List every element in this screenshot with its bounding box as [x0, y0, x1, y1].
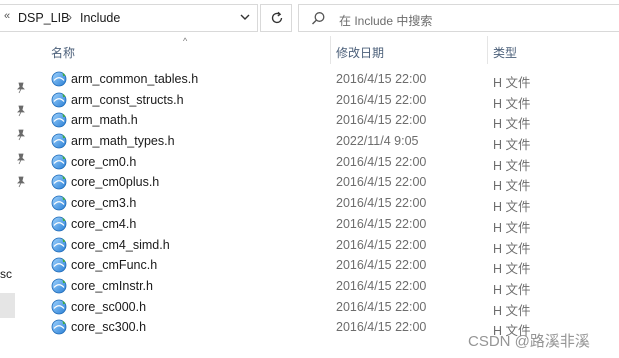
file-type: H 文件: [493, 220, 531, 235]
header-file-icon: [51, 174, 67, 190]
file-name: core_cm0.h: [71, 154, 137, 169]
navigation-pane: sc: [0, 36, 32, 358]
column-header-date[interactable]: 修改日期: [331, 36, 487, 64]
breadcrumb-dsp-lib[interactable]: DSP_LIB: [18, 11, 69, 25]
search-input[interactable]: 在 Include 中搜索: [339, 12, 432, 29]
nav-selected-item[interactable]: [0, 293, 15, 318]
file-type: H 文件: [493, 76, 531, 90]
header-file-icon: [51, 92, 67, 108]
file-name: arm_math_types.h: [71, 134, 175, 149]
header-file-icon: [51, 216, 67, 232]
refresh-button[interactable]: [260, 4, 292, 32]
address-bar[interactable]: « DSP_LIB › Include: [0, 4, 258, 32]
column-header-row: ^ 名称 修改日期 类型: [33, 36, 619, 64]
breadcrumb-include[interactable]: Include: [80, 11, 120, 25]
file-name: arm_common_tables.h: [71, 72, 199, 86]
file-modified-date: 2016/4/15 22:00: [336, 299, 427, 314]
pin-icon[interactable]: [15, 82, 27, 94]
file-type: H 文件: [493, 282, 531, 297]
file-row[interactable]: arm_math_types.h 2022/11/4 9:05 H 文件: [33, 131, 619, 152]
header-file-icon: [51, 71, 67, 87]
column-header-type[interactable]: 类型: [488, 36, 619, 64]
file-row[interactable]: core_cmFunc.h 2016/4/15 22:00 H 文件: [33, 255, 619, 276]
header-file-icon: [51, 257, 67, 273]
file-row[interactable]: core_cm4.h 2016/4/15 22:00 H 文件: [33, 214, 619, 235]
header-file-icon: [51, 133, 67, 149]
file-name: core_cmInstr.h: [71, 278, 153, 293]
file-modified-date: 2016/4/15 22:00: [336, 216, 427, 231]
file-modified-date: 2016/4/15 22:00: [336, 258, 427, 273]
file-row[interactable]: core_sc000.h 2016/4/15 22:00 H 文件: [33, 297, 619, 318]
column-header-name[interactable]: 名称: [33, 36, 330, 64]
file-row[interactable]: core_cmInstr.h 2016/4/15 22:00 H 文件: [33, 276, 619, 297]
column-header-name-label: 名称: [51, 46, 76, 60]
file-name: core_sc000.h: [71, 299, 147, 314]
header-file-icon: [51, 237, 67, 253]
file-type: H 文件: [493, 117, 531, 132]
file-modified-date: 2016/4/15 22:00: [336, 72, 427, 86]
file-name: core_cm0plus.h: [71, 175, 160, 190]
header-file-icon: [51, 278, 67, 294]
chevron-down-icon[interactable]: [239, 10, 251, 24]
file-row[interactable]: core_cm3.h 2016/4/15 22:00 H 文件: [33, 193, 619, 214]
file-name: core_cm4_simd.h: [71, 237, 170, 252]
column-header-date-label: 修改日期: [336, 46, 385, 60]
file-row[interactable]: arm_common_tables.h 2016/4/15 22:00 H 文件: [33, 69, 619, 90]
header-file-icon: [51, 299, 67, 315]
file-row[interactable]: arm_const_structs.h 2016/4/15 22:00 H 文件: [33, 90, 619, 111]
file-row[interactable]: core_cm4_simd.h 2016/4/15 22:00 H 文件: [33, 235, 619, 256]
breadcrumb-separator-icon[interactable]: ›: [68, 10, 72, 24]
file-modified-date: 2016/4/15 22:00: [336, 154, 427, 169]
file-type: H 文件: [493, 158, 531, 173]
file-modified-date: 2016/4/15 22:00: [336, 175, 427, 190]
file-type: H 文件: [493, 179, 531, 194]
pin-icon[interactable]: [15, 176, 27, 188]
pin-icon[interactable]: [15, 105, 27, 117]
pin-icon[interactable]: [15, 129, 27, 141]
file-name: core_cm4.h: [71, 216, 137, 231]
file-name: arm_math.h: [71, 113, 138, 128]
file-type: H 文件: [493, 200, 531, 215]
file-modified-date: 2016/4/15 22:00: [336, 320, 427, 335]
file-modified-date: 2016/4/15 22:00: [336, 237, 427, 252]
file-type: H 文件: [493, 303, 531, 318]
header-file-icon: [51, 112, 67, 128]
watermark: CSDN @路溪非溪: [468, 333, 590, 350]
nav-item-label[interactable]: sc: [0, 267, 12, 281]
file-row[interactable]: arm_math.h 2016/4/15 22:00 H 文件: [33, 110, 619, 131]
toolbar: « DSP_LIB › Include 在 Include 中搜索: [0, 0, 619, 36]
file-modified-date: 2016/4/15 22:00: [336, 278, 427, 293]
file-type: H 文件: [493, 262, 531, 277]
search-box[interactable]: 在 Include 中搜索: [298, 4, 619, 32]
pin-icon[interactable]: [15, 153, 27, 165]
file-modified-date: 2016/4/15 22:00: [336, 92, 427, 107]
column-header-type-label: 类型: [493, 46, 518, 60]
refresh-icon: [271, 11, 283, 24]
file-list: arm_common_tables.h 2016/4/15 22:00 H 文件 ar…: [33, 69, 619, 338]
search-icon: [312, 12, 325, 25]
file-type: H 文件: [493, 96, 531, 111]
file-name: core_cmFunc.h: [71, 258, 158, 273]
file-modified-date: 2022/11/4 9:05: [336, 134, 419, 149]
file-type: H 文件: [493, 241, 531, 256]
file-name: arm_const_structs.h: [71, 92, 184, 107]
file-modified-date: 2016/4/15 22:00: [336, 113, 427, 128]
file-row[interactable]: core_cm0plus.h 2016/4/15 22:00 H 文件: [33, 172, 619, 193]
file-modified-date: 2016/4/15 22:00: [336, 196, 427, 211]
file-name: core_cm3.h: [71, 196, 137, 211]
file-row[interactable]: core_cm0.h 2016/4/15 22:00 H 文件: [33, 152, 619, 173]
header-file-icon: [51, 319, 67, 335]
file-name: core_sc300.h: [71, 320, 147, 335]
header-file-icon: [51, 195, 67, 211]
header-file-icon: [51, 154, 67, 170]
chevron-left-double-icon[interactable]: «: [4, 10, 10, 22]
file-type: H 文件: [493, 138, 531, 153]
